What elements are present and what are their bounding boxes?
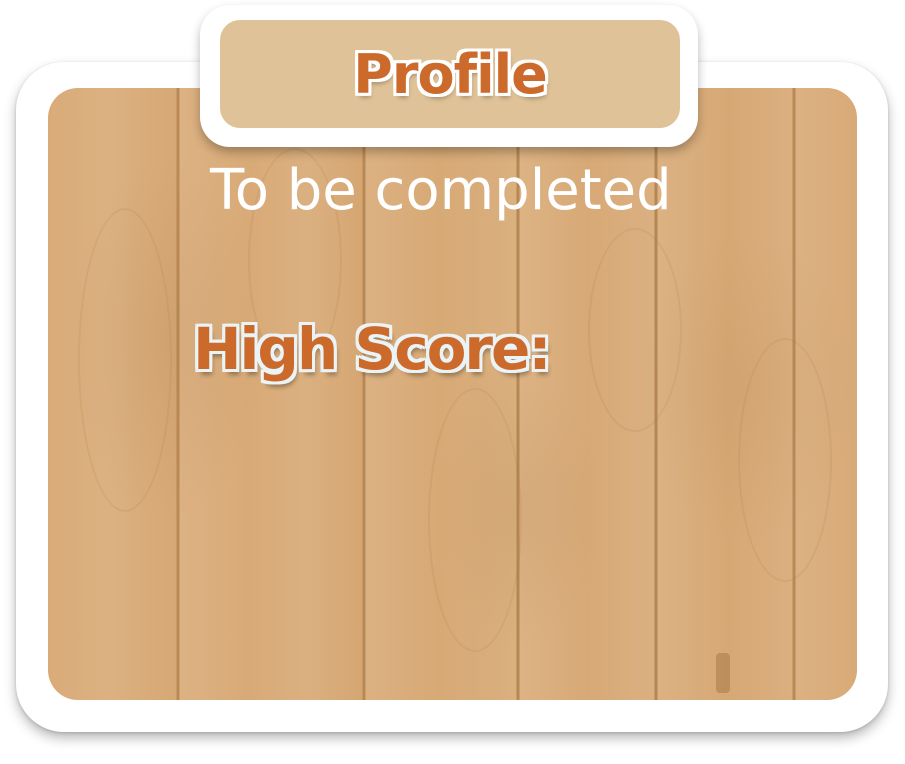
wood-grain	[738, 338, 832, 582]
title-tab: Profile	[200, 5, 698, 147]
wood-knot	[716, 653, 730, 693]
title-tab-inner: Profile	[220, 20, 680, 128]
profile-status-text: To be completed	[210, 158, 672, 223]
page-title: Profile	[353, 42, 547, 106]
wood-grain	[588, 228, 682, 432]
wood-grain	[78, 208, 172, 512]
high-score-label: High Score:	[193, 315, 552, 383]
wood-grain	[428, 388, 522, 652]
